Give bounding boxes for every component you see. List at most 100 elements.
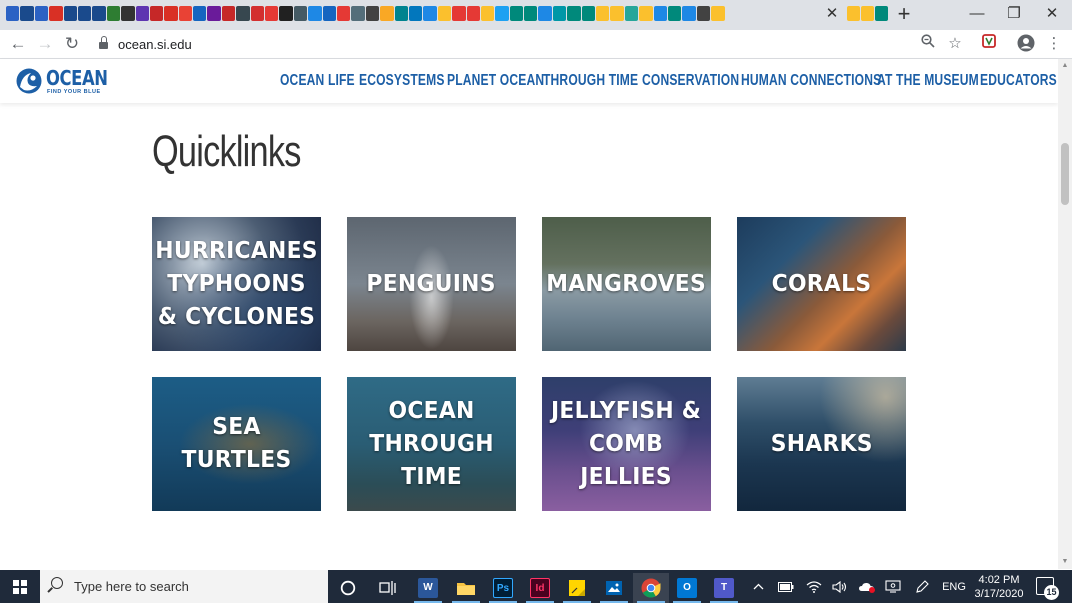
lock-icon[interactable]: [99, 36, 108, 49]
tab-favicon[interactable]: [380, 6, 394, 21]
tab-favicon[interactable]: [336, 6, 351, 21]
nav-educators[interactable]: EDUCATORS: [980, 72, 1057, 90]
quicklink-ocean-through-time[interactable]: OCEAN THROUGH TIME: [347, 377, 516, 511]
tab-favicon[interactable]: [149, 6, 164, 21]
tab-favicon[interactable]: [610, 6, 624, 21]
tab-favicon[interactable]: [581, 6, 596, 21]
tab-favicon[interactable]: [265, 6, 279, 21]
photoshop-app[interactable]: Ps: [485, 573, 521, 603]
sticky-notes-app[interactable]: [559, 573, 595, 603]
scroll-thumb[interactable]: [1061, 143, 1069, 205]
nav-through-time[interactable]: THROUGH TIME: [543, 72, 638, 90]
quicklink-sharks[interactable]: SHARKS: [737, 377, 906, 511]
back-arrow-icon[interactable]: ←: [7, 33, 29, 55]
photos-app[interactable]: [596, 573, 632, 603]
reload-icon[interactable]: ↻: [61, 33, 83, 55]
tab-favicon[interactable]: [221, 6, 236, 21]
tab-favicon[interactable]: [164, 6, 178, 21]
tab-favicon[interactable]: [538, 6, 552, 21]
tab-favicon[interactable]: [308, 6, 322, 21]
show-hidden-icons-chevron[interactable]: [748, 570, 768, 603]
quicklink-mangroves[interactable]: MANGROVES: [542, 217, 711, 351]
minimize-button[interactable]: —: [959, 2, 995, 26]
tab-favicon[interactable]: [567, 6, 581, 21]
tab-favicon[interactable]: [6, 6, 20, 21]
tab-favicon[interactable]: [596, 6, 610, 21]
tab-favicon[interactable]: [667, 6, 682, 21]
profile-avatar-icon[interactable]: [1016, 34, 1036, 54]
tab-favicon[interactable]: [193, 6, 207, 21]
new-tab-button[interactable]: +: [895, 2, 913, 26]
tab-favicon[interactable]: [495, 6, 509, 21]
tab-favicon[interactable]: [524, 6, 538, 21]
quicklink-penguins[interactable]: PENGUINS: [347, 217, 516, 351]
tab-favicon[interactable]: [408, 6, 423, 21]
page-scrollbar[interactable]: ▲ ▼: [1058, 59, 1072, 569]
close-window-button[interactable]: ✕: [1034, 2, 1070, 26]
word-app[interactable]: W: [410, 573, 446, 603]
tab-favicon[interactable]: [20, 6, 34, 21]
file-explorer-app[interactable]: [448, 573, 484, 603]
quicklink-hurricanes[interactable]: HURRICANES TYPHOONS & CYCLONES: [152, 217, 321, 351]
tab-favicon[interactable]: [875, 6, 888, 21]
tab-favicon[interactable]: [452, 6, 466, 21]
quicklink-jellyfish[interactable]: JELLYFISH & COMB JELLIES: [542, 377, 711, 511]
language-indicator[interactable]: ENG: [940, 570, 968, 603]
tab-favicon[interactable]: [236, 6, 250, 21]
wifi-icon[interactable]: [803, 570, 825, 603]
volume-icon[interactable]: [829, 570, 851, 603]
nav-conservation[interactable]: CONSERVATION: [642, 72, 739, 90]
quicklink-sea-turtles[interactable]: SEA TURTLES: [152, 377, 321, 511]
system-clock[interactable]: 4:02 PM 3/17/2020: [972, 573, 1026, 601]
bookmark-star-icon[interactable]: ☆: [945, 34, 965, 54]
address-bar[interactable]: ocean.si.edu: [118, 37, 192, 52]
tab-favicon[interactable]: [279, 6, 293, 21]
zoom-icon[interactable]: [918, 34, 938, 54]
nav-ocean-life[interactable]: OCEAN LIFE: [280, 72, 355, 90]
tab-favicon[interactable]: [624, 6, 639, 21]
tab-favicon[interactable]: [639, 6, 653, 21]
chrome-app[interactable]: [633, 573, 669, 603]
tab-favicon[interactable]: [847, 6, 860, 21]
tab-favicon[interactable]: [509, 6, 524, 21]
tab-favicon[interactable]: [394, 6, 408, 21]
extension-icon[interactable]: [979, 34, 999, 54]
cortana-button[interactable]: [330, 573, 366, 603]
menu-kebab-icon[interactable]: ⋮: [1044, 34, 1064, 54]
tab-favicon[interactable]: [92, 6, 106, 21]
tab-favicon[interactable]: [250, 6, 265, 21]
tab-favicon[interactable]: [466, 6, 480, 21]
tab-favicon[interactable]: [34, 6, 49, 21]
indesign-app[interactable]: Id: [522, 573, 558, 603]
teams-app[interactable]: T: [706, 573, 742, 603]
tab-favicon[interactable]: [63, 6, 77, 21]
nav-human-connections[interactable]: HUMAN CONNECTIONS: [741, 72, 881, 90]
nav-at-the-museum[interactable]: AT THE MUSEUM: [877, 72, 979, 90]
scroll-down-icon[interactable]: ▼: [1061, 558, 1069, 565]
tab-favicon[interactable]: [351, 6, 365, 21]
restore-button[interactable]: ❐: [996, 2, 1032, 26]
tab-favicon[interactable]: [437, 6, 452, 21]
nav-planet-ocean[interactable]: PLANET OCEAN: [447, 72, 544, 90]
tab-favicon[interactable]: [49, 6, 63, 21]
tab-favicon[interactable]: [365, 6, 380, 21]
onedrive-icon[interactable]: [856, 570, 878, 603]
tab-favicon[interactable]: [711, 6, 725, 21]
tab-favicon[interactable]: [552, 6, 567, 21]
tab-favicon[interactable]: [77, 6, 92, 21]
outlook-app[interactable]: O: [669, 573, 705, 603]
nav-ecosystems[interactable]: ECOSYSTEMS: [359, 72, 445, 90]
tab-favicon[interactable]: [682, 6, 696, 21]
tab-favicon[interactable]: [653, 6, 667, 21]
taskbar-search[interactable]: Type here to search: [40, 570, 328, 603]
tab-favicon[interactable]: [480, 6, 495, 21]
screen-icon[interactable]: [882, 570, 904, 603]
scroll-up-icon[interactable]: ▲: [1061, 62, 1069, 69]
tab-favicon[interactable]: [322, 6, 336, 21]
tab-favicon[interactable]: [135, 6, 149, 21]
task-view-button[interactable]: [370, 573, 406, 603]
tab-favicon[interactable]: [106, 6, 121, 21]
tab-favicon[interactable]: [207, 6, 221, 21]
tab-favicon[interactable]: [178, 6, 193, 21]
quicklink-corals[interactable]: CORALS: [737, 217, 906, 351]
